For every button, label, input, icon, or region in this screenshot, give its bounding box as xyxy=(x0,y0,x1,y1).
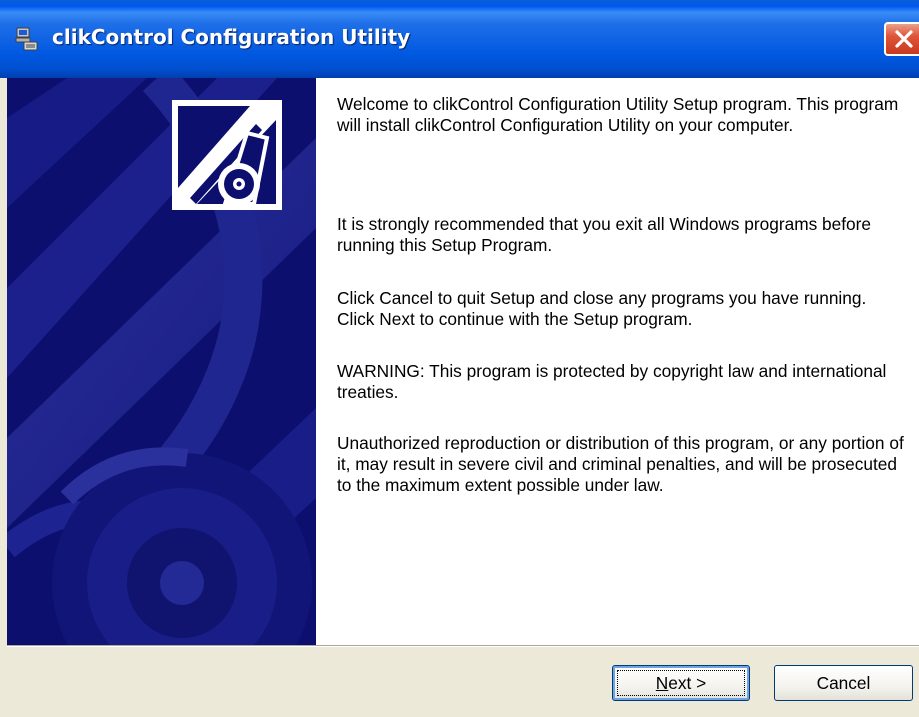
window-title: clikControl Configuration Utility xyxy=(52,25,411,49)
exit-programs-paragraph: It is strongly recommended that you exit… xyxy=(337,214,872,255)
next-button[interactable]: Next > xyxy=(612,665,750,701)
close-button[interactable] xyxy=(884,22,919,56)
instructions-paragraph: Click Cancel to quit Setup and close any… xyxy=(337,288,867,329)
focus-rectangle xyxy=(617,670,745,696)
legal-paragraph: Unauthorized reproduction or distributio… xyxy=(337,433,904,495)
cancel-button[interactable]: Cancel xyxy=(774,665,913,701)
setup-dialog-window: clikControl Configuration Utility Welcom… xyxy=(0,0,919,717)
title-bar[interactable]: clikControl Configuration Utility xyxy=(0,0,919,78)
warning-paragraph: WARNING: This program is protected by co… xyxy=(337,361,887,402)
button-bar-separator xyxy=(7,645,919,647)
welcome-text-panel: Welcome to clikControl Configuration Uti… xyxy=(316,78,919,645)
setup-computer-icon xyxy=(14,26,40,52)
setup-side-bitmap xyxy=(7,78,316,645)
setup-logo-icon xyxy=(172,100,282,210)
welcome-paragraph: Welcome to clikControl Configuration Uti… xyxy=(337,94,899,135)
